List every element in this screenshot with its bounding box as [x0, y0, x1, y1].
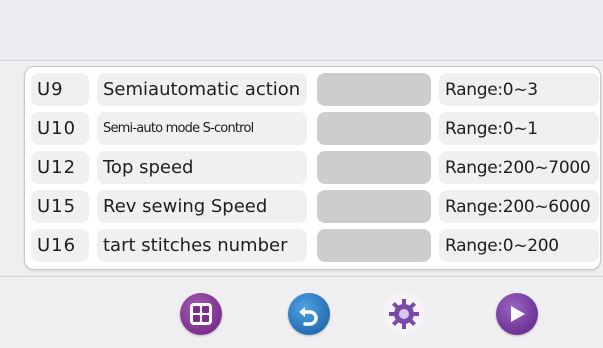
param-row-u12: U12 Top speed Range:200~7000 — [31, 151, 599, 184]
param-range: Range:0~200 — [439, 229, 599, 262]
param-row-u15: U15 Rev sewing Speed Range:200~6000 — [31, 190, 599, 223]
param-code: U15 — [31, 190, 89, 223]
param-value-field[interactable] — [317, 229, 431, 262]
param-value-field[interactable] — [317, 190, 431, 223]
menu-button[interactable] — [180, 293, 222, 335]
back-arrow-icon — [299, 307, 318, 326]
param-name: Rev sewing Speed — [97, 190, 307, 223]
param-code: U16 — [31, 229, 89, 262]
next-button[interactable] — [496, 293, 538, 335]
param-code: U12 — [31, 151, 89, 184]
gear-icon — [389, 299, 419, 329]
param-row-u9: U9 Semiautomatic action Range:0~3 — [31, 73, 599, 106]
back-button[interactable] — [288, 293, 330, 335]
param-range: Range:0~3 — [439, 73, 599, 106]
parameter-panel: U9 Semiautomatic action Range:0~3 U10 Se… — [24, 66, 601, 270]
param-value-field[interactable] — [317, 151, 431, 184]
param-row-u10: U10 Semi-auto mode S-control Range:0~1 — [31, 112, 599, 145]
param-value-field[interactable] — [317, 112, 431, 145]
param-name: Top speed — [97, 151, 307, 184]
param-code: U9 — [31, 73, 89, 106]
param-range: Range:0~1 — [439, 112, 599, 145]
param-code: U10 — [31, 112, 89, 145]
param-range: Range:200~7000 — [439, 151, 599, 184]
bottom-toolbar — [0, 276, 603, 348]
param-value-field[interactable] — [317, 73, 431, 106]
param-name: tart stitches number — [97, 229, 307, 262]
title-bar — [0, 0, 603, 61]
grid-menu-icon — [190, 303, 212, 325]
param-row-u16: U16 tart stitches number Range:0~200 — [31, 229, 599, 262]
play-right-icon — [511, 306, 525, 322]
param-name: Semiautomatic action — [97, 73, 307, 106]
param-range: Range:200~6000 — [439, 190, 599, 223]
settings-button[interactable] — [383, 293, 425, 335]
param-name: Semi-auto mode S-control — [97, 112, 307, 145]
